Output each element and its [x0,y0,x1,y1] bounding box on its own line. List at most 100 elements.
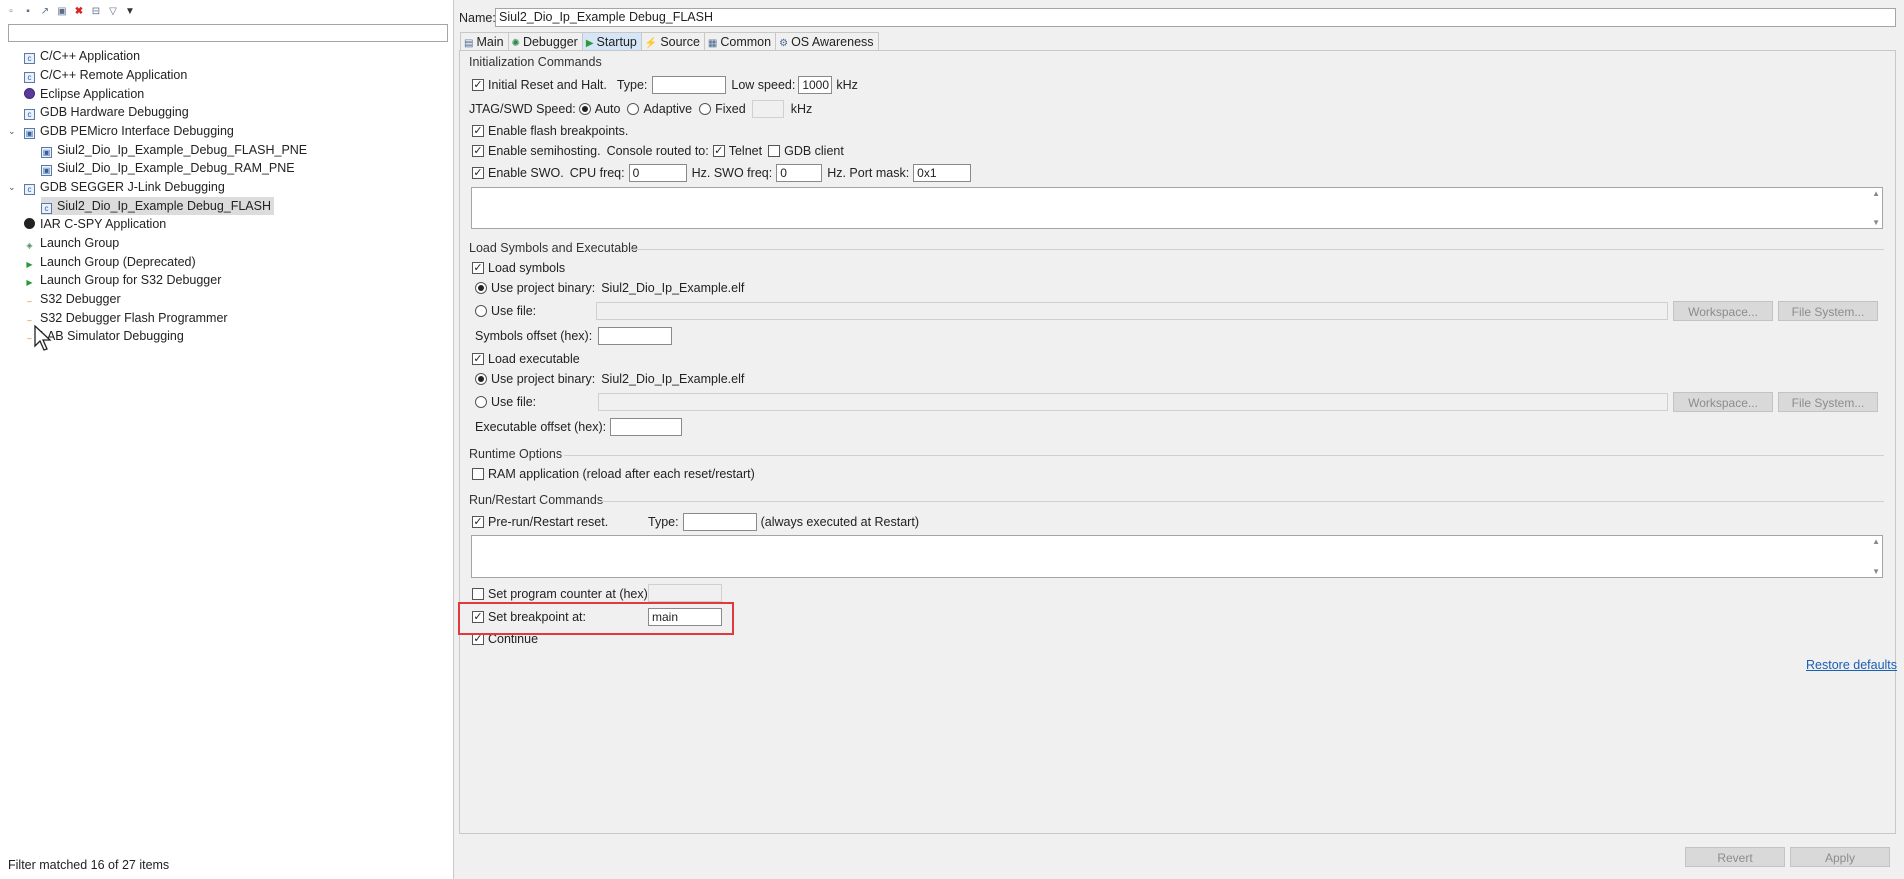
s32-debugger-icon: – [27,297,32,306]
filter-icon[interactable]: ▽ [106,5,120,19]
init-commands-textarea[interactable]: ▲ ▼ [471,187,1883,229]
jlink-icon: c [24,184,35,195]
export-icon[interactable]: ↗ [38,5,52,19]
tree-item-pemicro-flash[interactable]: ▣ Siul2_Dio_Ip_Example_Debug_FLASH_PNE [41,141,307,159]
executable-offset-field[interactable] [610,418,683,436]
exec-use-file-radio[interactable] [475,396,487,408]
symbols-use-file-radio[interactable] [475,305,487,317]
exec-file-field[interactable] [598,393,1668,411]
tree-item-gdb-hw[interactable]: c GDB Hardware Debugging [24,103,189,121]
tab-startup[interactable]: ▶ Startup [581,32,642,52]
restore-defaults-link[interactable]: Restore defaults [1806,658,1897,672]
tab-debugger[interactable]: ✺ Debugger [507,32,583,52]
tab-main[interactable]: ▤ Main [460,32,509,52]
symbols-workspace-button[interactable]: Workspace... [1673,301,1773,321]
runtime-section-title: Runtime Options [469,447,563,461]
load-section-title: Load Symbols and Executable [469,241,638,255]
revert-button[interactable]: Revert [1685,847,1785,867]
iar-icon [24,218,35,229]
symbols-file-field[interactable] [596,302,1668,320]
import-icon[interactable]: ▣ [55,5,69,19]
fixed-speed-field[interactable] [751,100,784,118]
tree-item-launch-group-s32[interactable]: ▶ Launch Group for S32 Debugger [24,271,221,289]
symbols-file-system-button[interactable]: File System... [1778,301,1878,321]
eclipse-icon [24,88,35,99]
gdb-client-checkbox[interactable] [768,145,781,157]
telnet-checkbox[interactable]: ✓ [712,145,725,157]
jtag-adaptive-radio[interactable] [627,103,640,115]
scroll-down-icon[interactable]: ▼ [1872,567,1880,576]
restart-type-field[interactable] [682,513,757,531]
tree-item-pemicro-ram[interactable]: ▣ Siul2_Dio_Ip_Example_Debug_RAM_PNE [41,159,295,177]
cpu-freq-field[interactable]: 0 [628,164,687,182]
run-commands-textarea[interactable]: ▲ ▼ [471,535,1883,578]
source-tab-icon: ⚡ [644,38,658,49]
port-mask-field[interactable]: 0x1 [913,164,972,182]
load-symbols-checkbox[interactable]: ✓ [472,262,484,274]
symbols-offset-field[interactable] [598,327,673,345]
scroll-up-icon[interactable]: ▲ [1872,189,1880,198]
swo-freq-field[interactable]: 0 [776,164,823,182]
chevron-down-icon[interactable]: ⌄ [8,178,16,196]
delete-icon[interactable]: ✖ [72,5,86,19]
debugger-tab-icon: ✺ [511,38,520,49]
load-section-divider [630,249,1884,250]
run-section-divider [600,501,1884,502]
tab-common[interactable]: ▦ Common [703,32,777,52]
jtag-fixed-radio[interactable] [699,103,712,115]
set-pc-checkbox[interactable] [472,588,484,600]
view-menu-icon[interactable]: ▼ [123,5,137,19]
new-config-icon[interactable]: ▫ [4,5,18,19]
ram-application-checkbox[interactable] [472,468,484,480]
tree-item-launch-group[interactable]: ◈ Launch Group [24,234,119,252]
tree-item-s32-debugger[interactable]: – S32 Debugger [24,290,120,308]
collapse-all-icon[interactable]: ⊟ [89,5,103,19]
duplicate-icon[interactable]: ▪ [21,5,35,19]
jlink-config-icon: c [41,203,52,214]
set-pc-field[interactable] [648,584,722,602]
tab-source[interactable]: ⚡ Source [640,32,705,52]
jtag-auto-radio[interactable] [578,103,591,115]
exec-project-binary-radio[interactable] [475,373,487,385]
tree-item-jlink[interactable]: ⌄ c GDB SEGGER J-Link Debugging [8,178,225,196]
scroll-up-icon[interactable]: ▲ [1872,537,1880,546]
launch-config-panel: ▫ ▪ ↗ ▣ ✖ ⊟ ▽ ▼ c C/C++ Application c C/C+… [0,0,454,879]
launch-group-deprecated-icon: ▶ [26,260,33,269]
runtime-section-divider [564,455,1884,456]
tab-os-awareness[interactable]: ⚙ OS Awareness [775,32,879,52]
common-tab-icon: ▦ [707,38,718,49]
tree-item-launch-group-deprecated[interactable]: ▶ Launch Group (Deprecated) [24,253,195,271]
initial-reset-checkbox[interactable]: ✓ [472,79,484,91]
name-field[interactable]: Siul2_Dio_Ip_Example Debug_FLASH [495,8,1896,27]
startup-tab-icon: ▶ [585,38,594,49]
apply-button[interactable]: Apply [1790,847,1890,867]
symbols-binary-name: Siul2_Dio_Ip_Example.elf [601,281,745,295]
chevron-down-icon[interactable]: ⌄ [8,122,16,140]
pemicro-config-icon: ▣ [41,165,52,176]
tree-item-jlink-flash[interactable]: c Siul2_Dio_Ip_Example Debug_FLASH [41,197,275,215]
symbols-project-binary-radio[interactable] [475,282,487,294]
tree-item-eclipse-app[interactable]: Eclipse Application [24,85,144,103]
scroll-down-icon[interactable]: ▼ [1872,218,1880,227]
exec-workspace-button[interactable]: Workspace... [1673,392,1773,412]
launch-group-icon: ◈ [26,241,33,250]
filter-input[interactable] [8,24,448,42]
flash-breakpoints-checkbox[interactable]: ✓ [472,125,484,137]
tree-item-iar[interactable]: IAR C-SPY Application [24,215,166,233]
run-section-title: Run/Restart Commands [469,493,604,507]
filter-status: Filter matched 16 of 27 items [8,858,170,872]
pemicro-icon: ▣ [24,128,35,139]
tree-item-c-app[interactable]: c C/C++ Application [24,47,140,65]
semihosting-checkbox[interactable]: ✓ [472,145,484,157]
low-speed-field[interactable]: 1000 [798,76,833,94]
exec-file-system-button[interactable]: File System... [1778,392,1878,412]
tree-item-c-remote[interactable]: c C/C++ Remote Application [24,66,187,84]
tree-item-s32-flash[interactable]: – S32 Debugger Flash Programmer [24,309,227,327]
swo-checkbox[interactable]: ✓ [472,167,484,179]
annotation-highlight-box [458,602,734,635]
reset-type-field[interactable] [652,76,727,94]
prerun-reset-checkbox[interactable]: ✓ [472,516,484,528]
tree-item-pemicro[interactable]: ⌄ ▣ GDB PEMicro Interface Debugging [8,122,234,140]
load-executable-checkbox[interactable]: ✓ [472,353,484,365]
tab-bar: ▤ Main ✺ Debugger ▶ Startup ⚡ Source ▦ Common… [460,32,879,52]
